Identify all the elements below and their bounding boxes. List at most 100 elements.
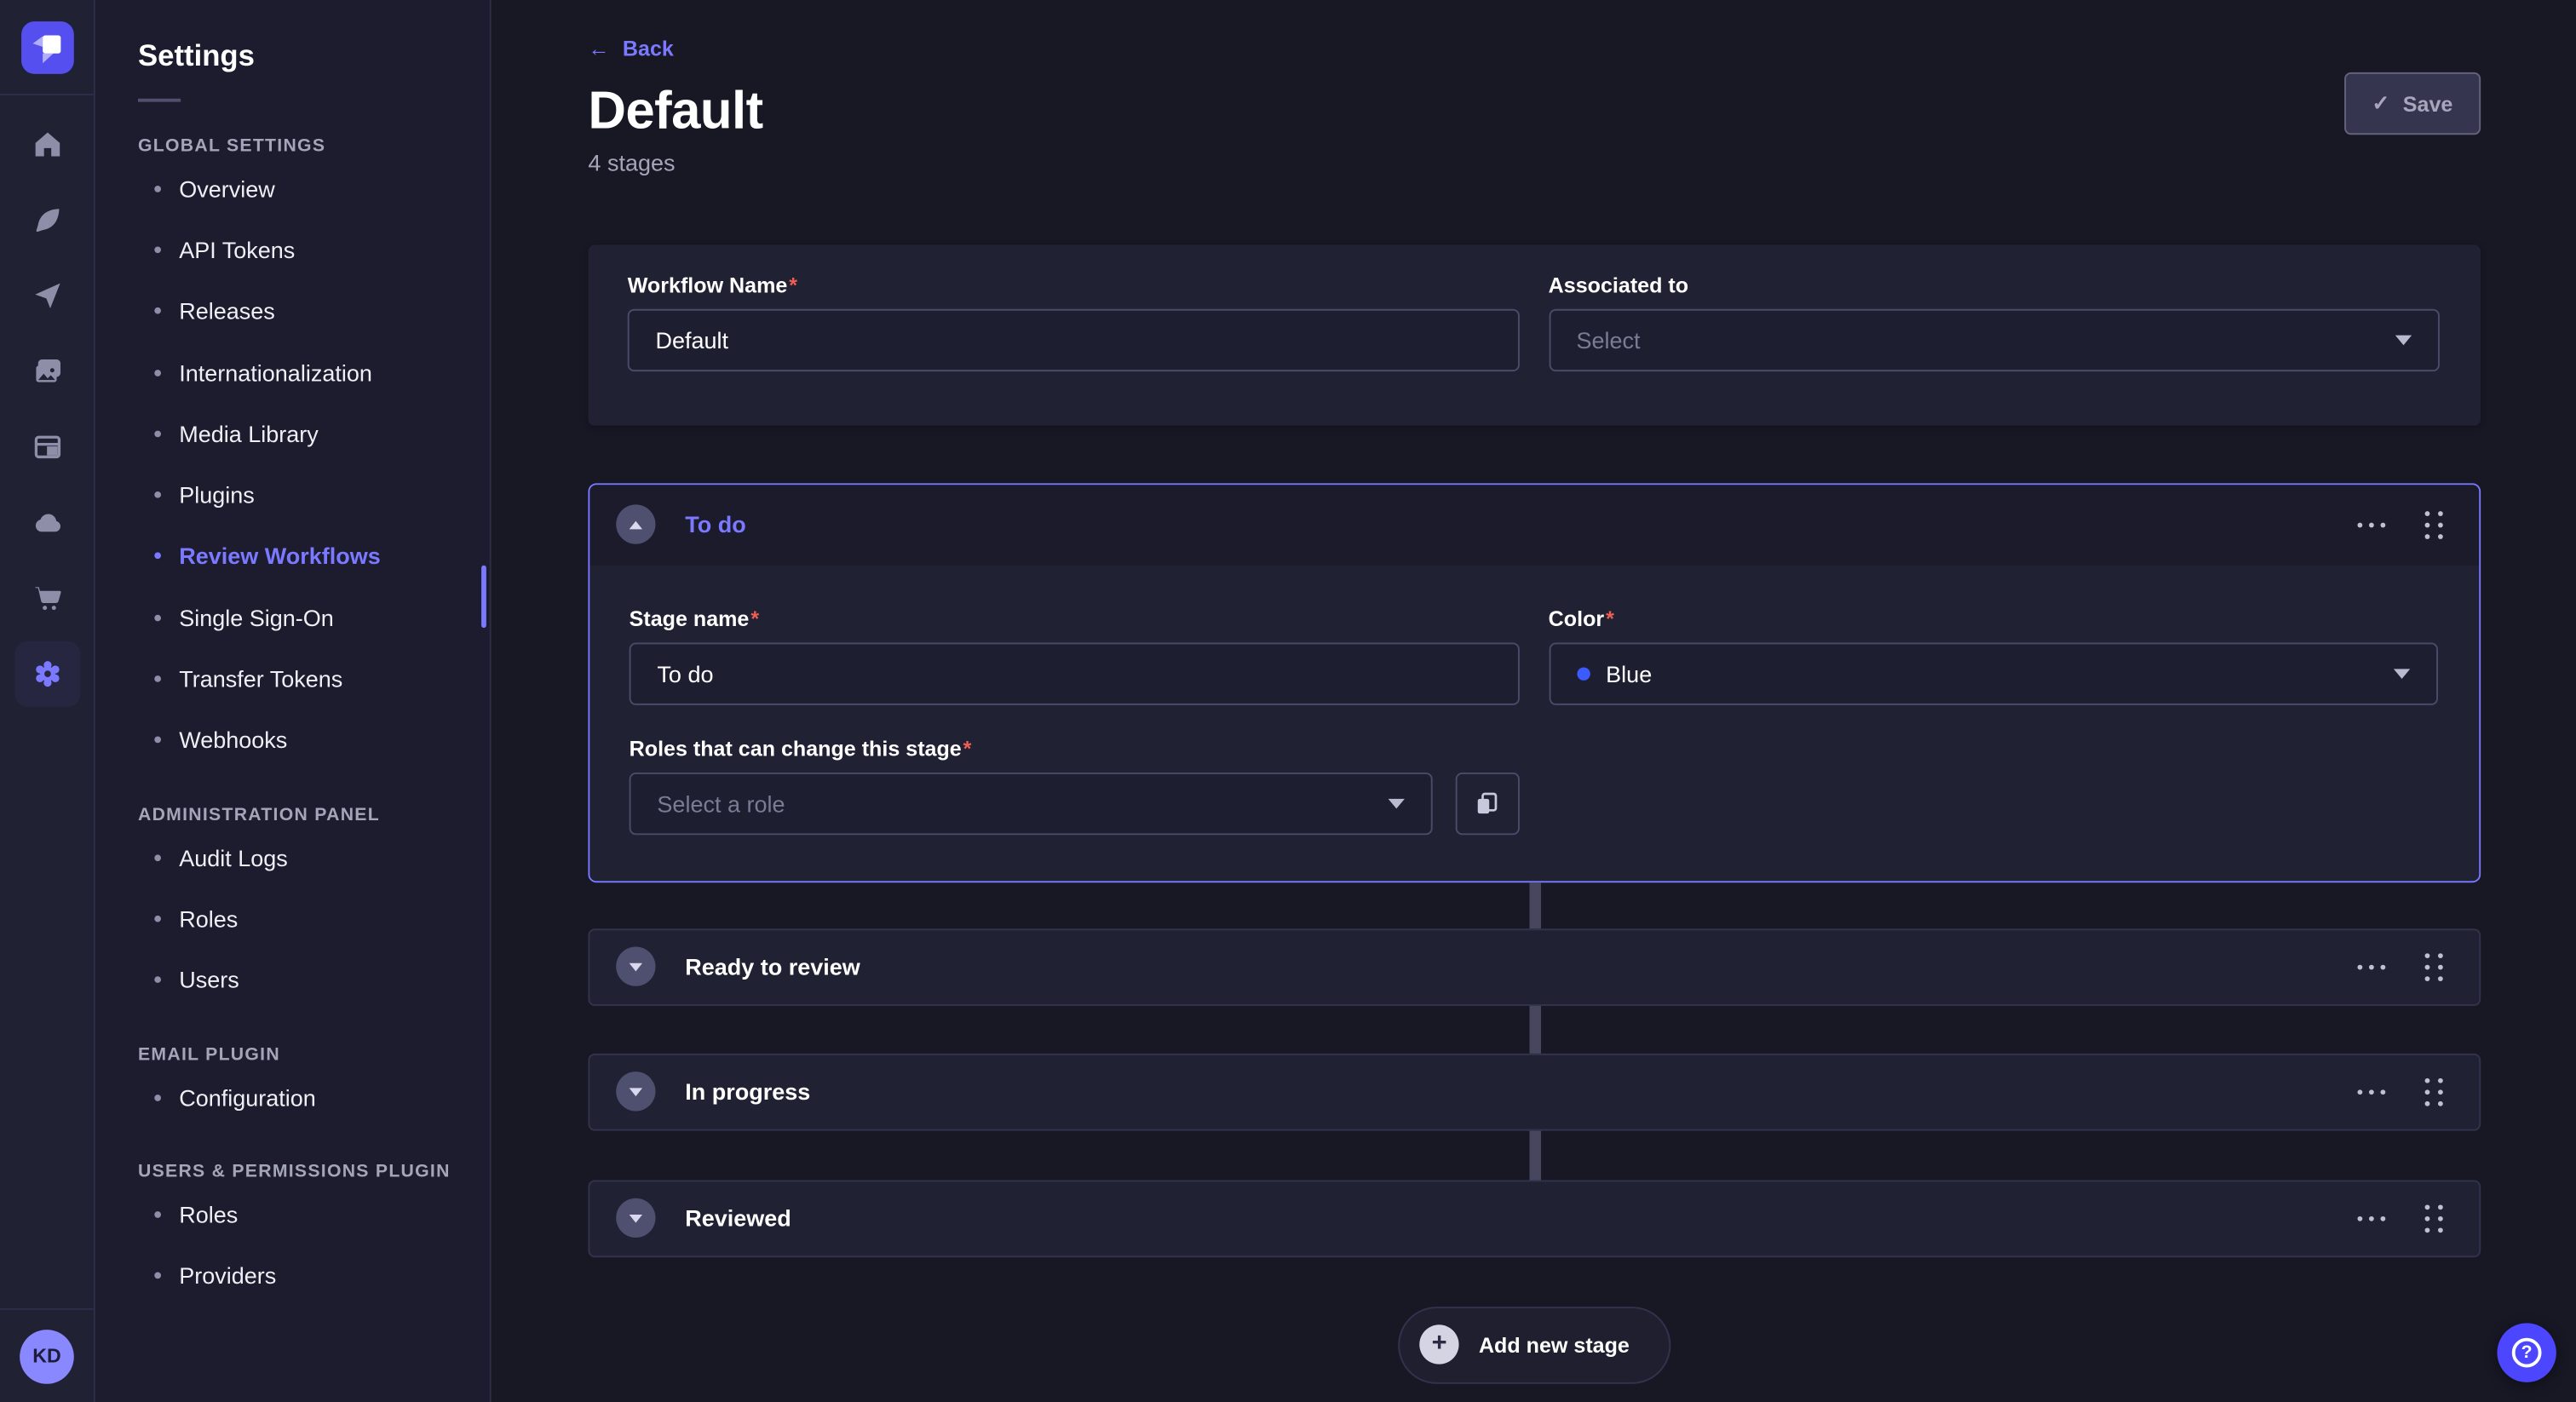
sidebar-item-overview[interactable]: Overview xyxy=(138,158,490,219)
sidebar-item-review-workflows[interactable]: Review Workflows xyxy=(138,526,490,587)
expand-toggle-button[interactable] xyxy=(616,946,655,985)
copy-icon xyxy=(1474,790,1500,816)
stages-list: To do Stage name* xyxy=(588,482,2481,1382)
app-window: KD Settings GLOBAL SETTINGS Overview API… xyxy=(0,0,2576,1402)
back-link[interactable]: ← Back xyxy=(588,33,673,63)
settings-gear-icon[interactable] xyxy=(14,641,79,707)
stage-title: To do xyxy=(685,511,2357,537)
content-manager-icon[interactable] xyxy=(14,414,79,480)
stage-card-reviewed[interactable]: Reviewed xyxy=(588,1180,2481,1257)
required-asterisk: * xyxy=(750,606,759,630)
stage-color-field: Color* Blue xyxy=(1549,606,2438,704)
sidebar-item-internationalization[interactable]: Internationalization xyxy=(138,342,490,403)
drag-handle-icon[interactable] xyxy=(2422,507,2447,542)
section-header: GLOBAL SETTINGS xyxy=(138,136,490,156)
bullet-icon xyxy=(154,553,161,560)
sidebar-item-up-roles[interactable]: Roles xyxy=(138,1184,490,1245)
bullet-icon xyxy=(154,369,161,376)
bullet-icon xyxy=(154,614,161,621)
media-library-icon[interactable] xyxy=(14,339,79,405)
stage-accordion-header[interactable]: To do xyxy=(589,484,2479,565)
stage-connector-line xyxy=(1529,1005,1541,1053)
bullet-icon xyxy=(154,1273,161,1279)
section-users-permissions-plugin: USERS & PERMISSIONS PLUGIN Roles Provide… xyxy=(138,1163,490,1307)
save-button[interactable]: ✓ Save xyxy=(2344,72,2481,135)
stage-title: Ready to review xyxy=(685,953,2357,980)
collapse-toggle-button[interactable] xyxy=(616,504,655,543)
bullet-icon xyxy=(154,854,161,861)
rail-icon-list xyxy=(0,95,94,1308)
avatar[interactable]: KD xyxy=(20,1329,74,1383)
add-new-stage-button[interactable]: + Add new stage xyxy=(1398,1306,1670,1383)
associated-to-label: Associated to xyxy=(1549,272,2440,296)
sidebar-item-admin-roles[interactable]: Roles xyxy=(138,888,490,950)
bullet-icon xyxy=(154,307,161,314)
stage-name-input[interactable] xyxy=(630,642,1519,704)
workflow-name-input[interactable] xyxy=(628,308,1519,371)
drag-handle-icon[interactable] xyxy=(2422,1201,2447,1236)
stage-card-to-do: To do Stage name* xyxy=(588,482,2481,882)
chevron-down-icon xyxy=(2395,335,2412,345)
sidebar-item-email-configuration[interactable]: Configuration xyxy=(138,1066,490,1128)
stage-card-in-progress[interactable]: In progress xyxy=(588,1053,2481,1130)
chevron-down-icon xyxy=(1388,798,1404,808)
sidebar-item-api-tokens[interactable]: API Tokens xyxy=(138,219,490,280)
sidebar-item-plugins[interactable]: Plugins xyxy=(138,464,490,526)
back-arrow-icon: ← xyxy=(588,35,609,60)
sidebar-item-audit-logs[interactable]: Audit Logs xyxy=(138,827,490,888)
bullet-icon xyxy=(154,185,161,192)
section-administration-panel: ADMINISTRATION PANEL Audit Logs Roles Us… xyxy=(138,805,490,1010)
stage-actions xyxy=(2357,507,2446,542)
stage-actions xyxy=(2357,1201,2446,1236)
sidebar-item-webhooks[interactable]: Webhooks xyxy=(138,710,490,771)
stage-card-ready-to-review[interactable]: Ready to review xyxy=(588,928,2481,1005)
cloud-icon[interactable] xyxy=(14,490,79,555)
section-header: ADMINISTRATION PANEL xyxy=(138,805,490,825)
strapi-logo[interactable] xyxy=(20,20,73,73)
sidebar-scrollbar-thumb[interactable] xyxy=(481,566,486,628)
sidebar-item-media-library[interactable]: Media Library xyxy=(138,403,490,464)
marketplace-cart-icon[interactable] xyxy=(14,566,79,631)
sidebar-item-admin-users[interactable]: Users xyxy=(138,949,490,1010)
expand-toggle-button[interactable] xyxy=(616,1198,655,1238)
more-options-icon[interactable] xyxy=(2357,1209,2385,1227)
logo-section xyxy=(0,0,94,95)
expand-toggle-button[interactable] xyxy=(616,1072,655,1111)
more-options-icon[interactable] xyxy=(2357,1083,2385,1100)
sidebar-item-up-providers[interactable]: Providers xyxy=(138,1245,490,1307)
section-header: USERS & PERMISSIONS PLUGIN xyxy=(138,1163,490,1182)
required-asterisk: * xyxy=(789,272,797,296)
sidebar-item-single-sign-on[interactable]: Single Sign-On xyxy=(138,587,490,648)
associated-to-select[interactable]: Select xyxy=(1549,308,2440,371)
stage-roles-select[interactable]: Select a role xyxy=(630,772,1432,834)
add-stage-row: + Add new stage xyxy=(588,1306,2481,1383)
feather-icon[interactable] xyxy=(14,187,79,253)
workflow-name-label: Workflow Name* xyxy=(628,272,1519,296)
home-icon[interactable] xyxy=(14,112,79,177)
associated-to-field: Associated to Select xyxy=(1549,272,2440,424)
duplicate-roles-button[interactable] xyxy=(1455,772,1519,834)
help-button[interactable]: ? xyxy=(2497,1323,2556,1382)
page-title: Default xyxy=(588,80,2481,139)
check-icon: ✓ xyxy=(2372,90,2389,117)
stage-actions xyxy=(2357,949,2446,984)
sidebar-item-releases[interactable]: Releases xyxy=(138,280,490,342)
drag-handle-icon[interactable] xyxy=(2422,949,2447,984)
stage-color-select[interactable]: Blue xyxy=(1549,642,2438,704)
section-header: EMAIL PLUGIN xyxy=(138,1045,490,1065)
more-options-icon[interactable] xyxy=(2357,515,2385,533)
drag-handle-icon[interactable] xyxy=(2422,1074,2447,1109)
stage-connector-line xyxy=(1529,1130,1541,1180)
bullet-icon xyxy=(154,977,161,984)
stage-form: Stage name* Color* Blue xyxy=(589,565,2479,880)
bullet-icon xyxy=(154,737,161,744)
more-options-icon[interactable] xyxy=(2357,957,2385,975)
paper-plane-icon[interactable] xyxy=(14,263,79,329)
rail-footer: KD xyxy=(0,1308,94,1402)
settings-sidebar: Settings GLOBAL SETTINGS Overview API To… xyxy=(95,0,492,1402)
sidebar-item-transfer-tokens[interactable]: Transfer Tokens xyxy=(138,648,490,710)
sidebar-title: Settings xyxy=(138,39,490,74)
bullet-icon xyxy=(154,916,161,922)
chevron-up-icon xyxy=(630,520,642,529)
bullet-icon xyxy=(154,1211,161,1218)
